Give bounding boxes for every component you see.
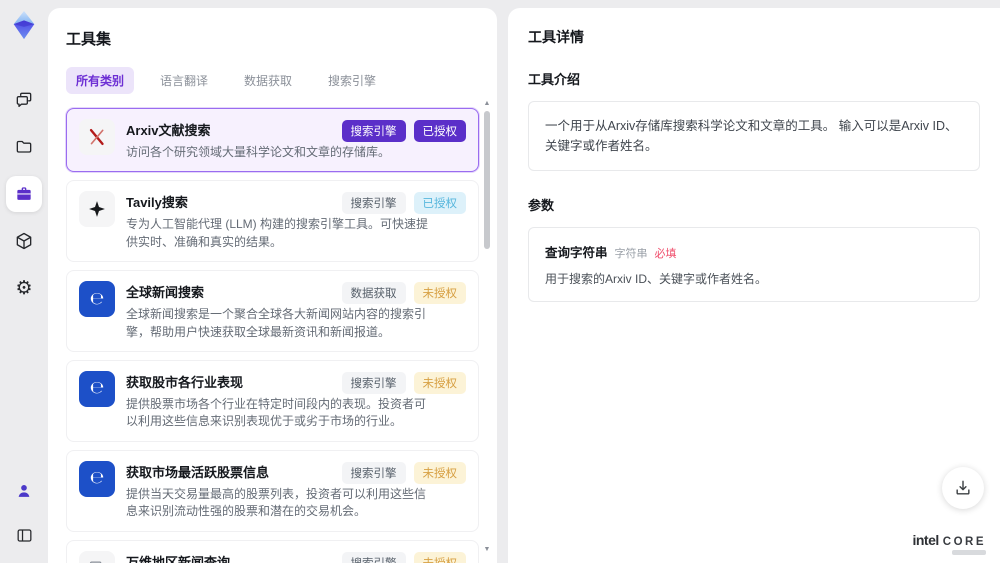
params-heading: 参数 xyxy=(528,198,555,213)
page-title: 工具集 xyxy=(66,31,112,48)
user-avatar[interactable] xyxy=(6,473,42,509)
tool-detail-panel: 工具详情 工具介绍 一个用于从Arxiv存储库搜索科学论文和文章的工具。 输入可… xyxy=(508,8,1000,563)
intro-text: 一个用于从Arxiv存储库搜索科学论文和文章的工具。 输入可以是Arxiv ID… xyxy=(545,119,958,153)
category-badge: 搜索引擎 xyxy=(341,551,406,563)
chat-icon xyxy=(16,92,32,108)
category-badge: 搜索引擎 xyxy=(341,120,406,142)
tool-description: 访问各个研究领域大量科学论文和文章的存储库。 xyxy=(126,145,391,159)
auth-status-badge: 未授权 xyxy=(413,551,466,563)
category-badge: 数据获取 xyxy=(341,282,406,305)
param-required-badge: 必填 xyxy=(654,248,677,260)
brand-subtag xyxy=(952,550,986,555)
rail-nav: ⚙ xyxy=(6,82,42,306)
auth-status-badge: 未授权 xyxy=(413,371,466,394)
news-e-icon: ℮ xyxy=(89,288,105,309)
param-description: 用于搜索的Arxiv ID、关键字或作者姓名。 xyxy=(545,272,768,286)
tool-card-regional-news-query[interactable]: 万维地区新闻查询查询具体行政区划内的新闻，快速了解各地新闻动搜索引擎未授权 xyxy=(66,539,479,563)
arxiv-icon xyxy=(89,128,104,146)
news-e-icon: ℮ xyxy=(89,468,105,489)
left-rail: ⚙ xyxy=(0,0,48,563)
tool-badges: 搜索引擎未授权 xyxy=(341,371,466,394)
toolbox-icon xyxy=(17,187,31,200)
tool-card-arxiv-search[interactable]: Arxiv文献搜索 访问各个研究领域大量科学论文和文章的存储库。 搜索引擎 已授权 xyxy=(66,108,479,173)
intel-core-logo: intel CORE xyxy=(912,532,986,555)
list-scrollbar[interactable]: ▲ ▼ xyxy=(482,98,492,555)
auth-status-badge: 未授权 xyxy=(413,282,466,305)
category-badge: 搜索引擎 xyxy=(341,461,406,484)
regional-news-query-icon xyxy=(79,550,115,563)
tool-card-stock-sector-performance[interactable]: ℮ 获取股市各行业表现 提供股票市场各个行业在特定时间段内的表现。投资者可以利用这些… xyxy=(66,359,479,442)
tool-badges: 搜索引擎 已授权 xyxy=(341,192,466,215)
tab-data-acquisition[interactable]: 数据获取 xyxy=(234,67,302,94)
download-button[interactable] xyxy=(942,467,984,509)
sidebar-item-chat[interactable] xyxy=(6,82,42,118)
tool-badges: 搜索引擎未授权 xyxy=(341,551,466,563)
stock-sector-performance-icon: ℮ xyxy=(79,370,115,407)
panel-layout-icon xyxy=(17,528,31,542)
tool-badges: 搜索引擎未授权 xyxy=(341,461,466,484)
most-active-stocks-icon: ℮ xyxy=(79,460,115,497)
sidebar-item-packages[interactable] xyxy=(6,223,42,259)
arxiv-search-icon xyxy=(79,119,115,155)
gear-icon: ⚙ xyxy=(15,276,33,299)
scrollbar-thumb[interactable] xyxy=(484,111,490,249)
news-e-icon: ℮ xyxy=(89,378,105,399)
category-badge: 搜索引擎 xyxy=(341,192,406,215)
param-item: 查询字符串 字符串 必填用于搜索的Arxiv ID、关键字或作者姓名。 xyxy=(545,242,963,287)
scroll-up-icon[interactable]: ▲ xyxy=(482,100,492,107)
tool-description: 专为人工智能代理 (LLM) 构建的搜索引擎工具。可快速提供实时、准确和真实的结… xyxy=(126,217,429,249)
tab-language-translation[interactable]: 语言翻译 xyxy=(150,67,218,94)
main-content: 工具集 所有类别 语言翻译 数据获取 搜索引擎 Arxiv文献搜索 访问各个研究领域大量… xyxy=(48,0,1000,563)
tab-search-engine[interactable]: 搜索引擎 xyxy=(318,67,386,94)
tool-card-most-active-stocks[interactable]: ℮ 获取市场最活跃股票信息 提供当天交易量最高的股票列表，投资者可以利用这些信息来识… xyxy=(66,449,479,532)
tool-list: Arxiv文献搜索 访问各个研究领域大量科学论文和文章的存储库。 搜索引擎 已授权 Ta… xyxy=(66,108,479,563)
cube-icon xyxy=(16,232,32,250)
app-root: ⚙ 工具集 所有类别 语言翻译 数据获取 搜索引擎 Arxiv文献搜索 访问各个… xyxy=(0,0,1000,563)
auth-status-badge: 已授权 xyxy=(413,120,466,142)
download-icon xyxy=(956,480,970,495)
global-news-search-icon: ℮ xyxy=(79,281,115,318)
auth-status-badge: 未授权 xyxy=(413,461,466,484)
sidebar-item-tools[interactable] xyxy=(6,176,42,212)
rail-bottom xyxy=(6,473,42,553)
tool-badges: 数据获取 未授权 xyxy=(341,282,466,305)
tavily-search-icon xyxy=(79,191,115,228)
detail-title: 工具详情 xyxy=(528,29,584,45)
intro-box: 一个用于从Arxiv存储库搜索科学论文和文章的工具。 输入可以是Arxiv ID… xyxy=(528,101,980,171)
tool-description: 提供当天交易量最高的股票列表，投资者可以利用这些信息来识别流动性强的股票和潜在的… xyxy=(126,486,427,519)
tool-description: 提供股票市场各个行业在特定时间段内的表现。投资者可以利用这些信息来识别表现优于或… xyxy=(126,396,427,429)
scroll-down-icon[interactable]: ▼ xyxy=(482,546,492,553)
collapse-sidebar-button[interactable] xyxy=(6,517,42,553)
tool-description: 全球新闻搜索是一个聚合全球各大新闻网站内容的搜索引擎，帮助用户快速获取全球最新资… xyxy=(126,307,427,339)
param-head: 查询字符串 字符串 必填 xyxy=(545,242,963,261)
sidebar-item-files[interactable] xyxy=(6,129,42,165)
tool-card-global-news-search[interactable]: ℮ 全球新闻搜索 全球新闻搜索是一个聚合全球各大新闻网站内容的搜索引擎，帮助用户快速… xyxy=(66,270,479,352)
auth-status-badge: 已授权 xyxy=(413,192,466,215)
brand-core: CORE xyxy=(942,536,986,548)
app-logo-icon xyxy=(9,10,39,40)
param-name: 查询字符串 xyxy=(545,246,608,260)
tool-badges: 搜索引擎 已授权 xyxy=(341,120,466,142)
category-tabs: 所有类别 语言翻译 数据获取 搜索引擎 xyxy=(66,67,479,94)
param-type: 字符串 xyxy=(614,248,648,260)
category-badge: 搜索引擎 xyxy=(341,371,406,394)
brand-intel: intel xyxy=(912,532,939,548)
folder-icon xyxy=(16,140,32,153)
intro-heading: 工具介绍 xyxy=(528,72,581,87)
tool-card-tavily-search[interactable]: Tavily搜索 专为人工智能代理 (LLM) 构建的搜索引擎工具。可快速提供实时… xyxy=(66,180,479,263)
tab-all-categories[interactable]: 所有类别 xyxy=(66,67,135,94)
tavily-star-icon xyxy=(89,201,105,218)
newspaper-icon xyxy=(89,560,102,563)
sidebar-item-settings[interactable]: ⚙ xyxy=(6,270,42,306)
person-icon xyxy=(18,485,30,497)
params-box: 查询字符串 字符串 必填用于搜索的Arxiv ID、关键字或作者姓名。 xyxy=(528,227,980,302)
tool-list-panel: 工具集 所有类别 语言翻译 数据获取 搜索引擎 Arxiv文献搜索 访问各个研究领域大量… xyxy=(48,8,497,563)
